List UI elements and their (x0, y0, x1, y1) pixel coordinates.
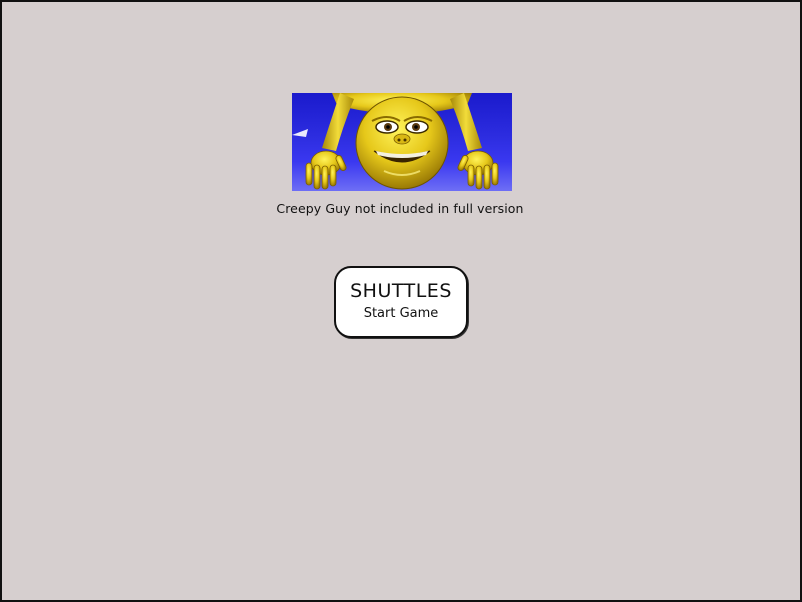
banner-caption: Creepy Guy not included in full version (276, 201, 524, 216)
start-game-button[interactable]: SHUTTLES Start Game (334, 266, 468, 338)
game-screen: Creepy Guy not included in full version … (0, 0, 802, 602)
creepy-guy-illustration (292, 93, 499, 190)
start-game-label: Start Game (363, 306, 439, 321)
creepy-guy-image (292, 93, 512, 191)
game-title: SHUTTLES (350, 280, 452, 302)
